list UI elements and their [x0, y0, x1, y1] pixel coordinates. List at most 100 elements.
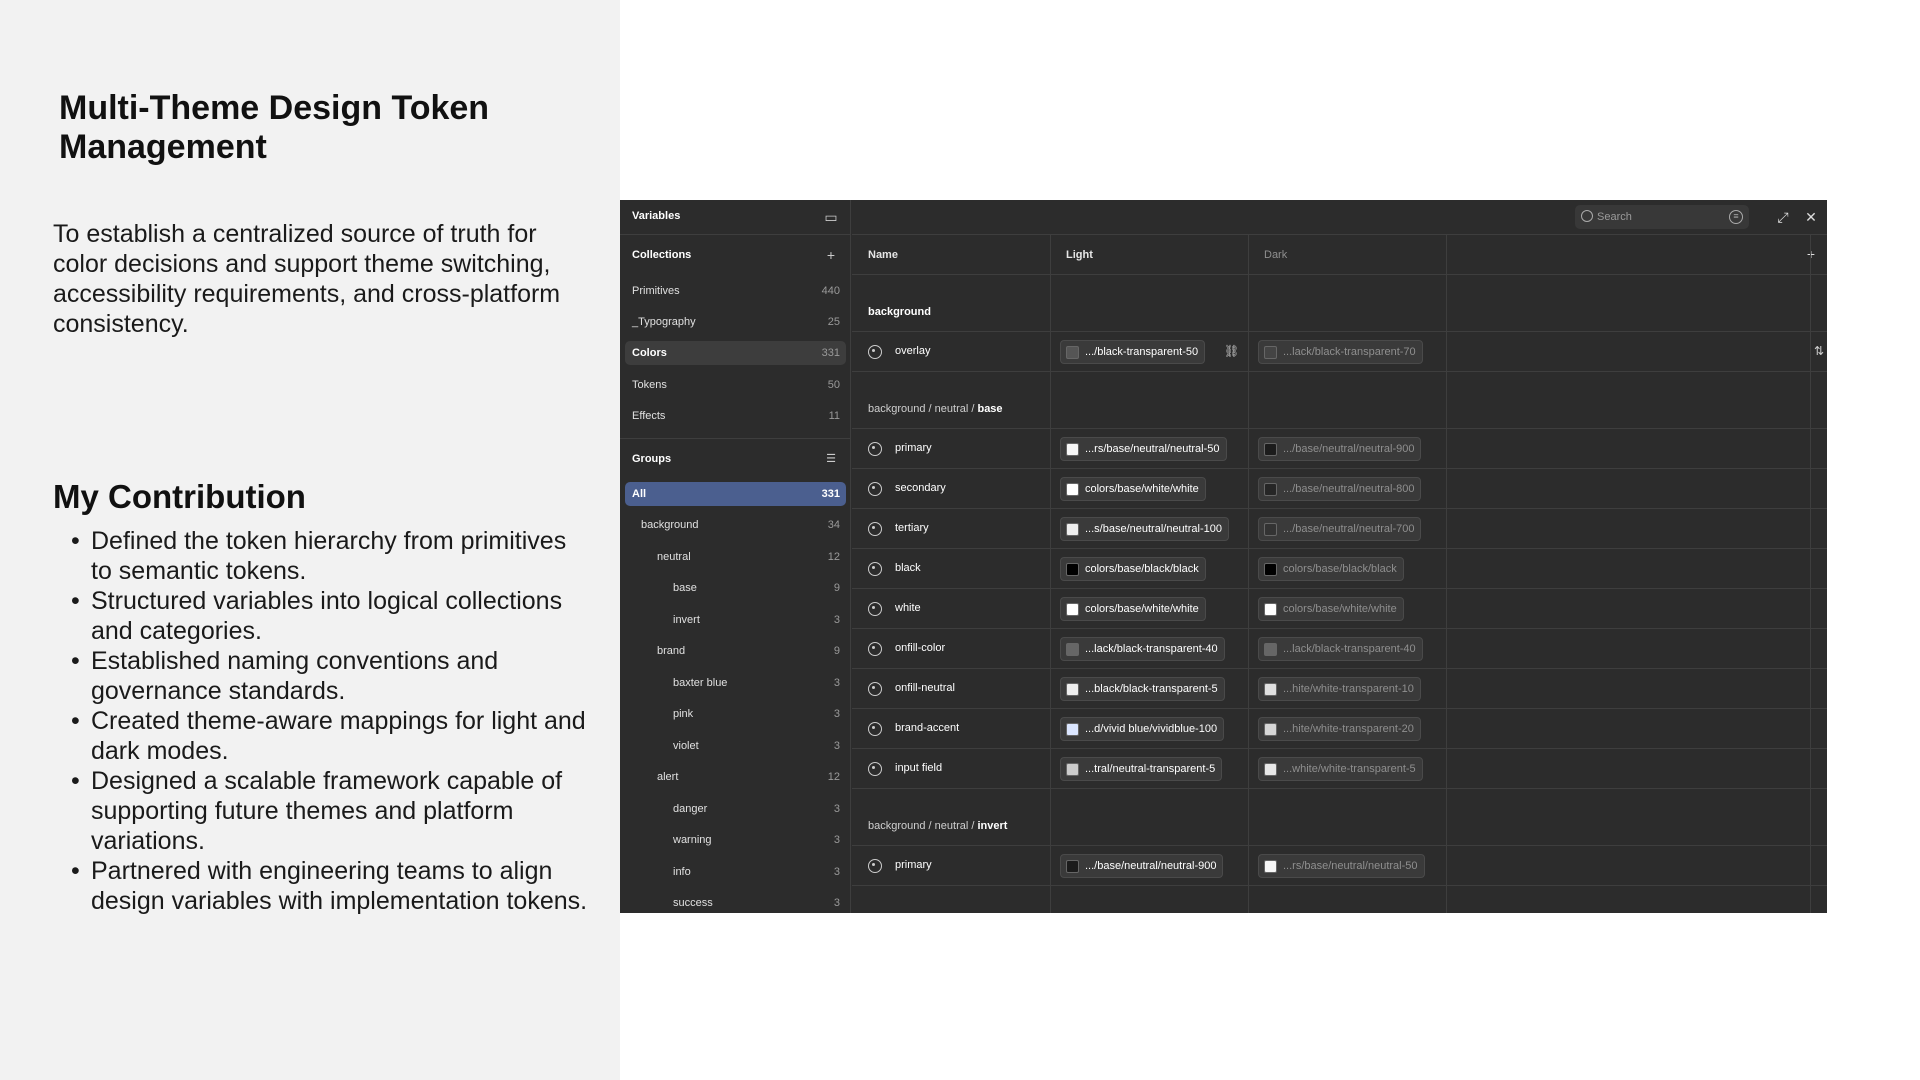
contribution-item: Created theme-aware mappings for light a…: [53, 706, 593, 766]
color-swatch: [1066, 763, 1079, 776]
color-variable-icon: [868, 522, 882, 536]
group-label: info: [673, 866, 691, 878]
column-header-dark[interactable]: Dark: [1264, 249, 1287, 261]
light-value-chip[interactable]: colors/base/black/black: [1060, 557, 1206, 581]
group-label: baxter blue: [673, 677, 728, 689]
search-input[interactable]: [1597, 208, 1717, 226]
dark-value-chip[interactable]: colors/base/white/white: [1258, 597, 1404, 621]
dark-value-chip[interactable]: ...rs/base/neutral/neutral-50: [1258, 854, 1425, 878]
variable-row-white[interactable]: white colors/base/white/white colors/bas…: [852, 589, 1827, 629]
dark-value-chip[interactable]: ...lack/black-transparent-40: [1258, 637, 1423, 661]
color-swatch: [1066, 603, 1079, 616]
light-value-chip[interactable]: ...black/black-transparent-5: [1060, 677, 1225, 701]
collection-label: Effects: [632, 410, 666, 422]
color-variable-icon: [868, 345, 882, 359]
group-item-alert[interactable]: alert 12: [625, 765, 846, 789]
group-label: danger: [673, 803, 708, 815]
color-swatch: [1264, 683, 1277, 696]
filter-icon[interactable]: ≡: [1729, 210, 1743, 224]
light-value-chip[interactable]: colors/base/white/white: [1060, 597, 1206, 621]
add-mode-icon[interactable]: +: [1802, 245, 1820, 263]
light-value-chip[interactable]: ...rs/base/neutral/neutral-50: [1060, 437, 1227, 461]
color-variable-icon: [868, 562, 882, 576]
variable-row-onfill-neutral[interactable]: onfill-neutral ...black/black-transparen…: [852, 669, 1827, 709]
expand-icon[interactable]: ⤢: [1774, 208, 1792, 226]
collection-item-effects[interactable]: Effects 11: [625, 404, 846, 428]
light-value-chip[interactable]: .../black-transparent-50: [1060, 340, 1206, 364]
collection-item-primitives[interactable]: Primitives 440: [625, 279, 846, 303]
light-value-chip[interactable]: colors/base/white/white: [1060, 477, 1206, 501]
color-variable-icon: [868, 722, 882, 736]
light-value-chip[interactable]: .../base/neutral/neutral-900: [1060, 854, 1224, 878]
adjust-icon[interactable]: ⇅: [1814, 344, 1824, 358]
color-swatch: [1264, 603, 1277, 616]
variable-row-tertiary[interactable]: tertiary ...s/base/neutral/neutral-100 .…: [852, 509, 1827, 549]
group-count: 9: [833, 645, 840, 657]
dark-value-chip[interactable]: ...hite/white-transparent-20: [1258, 717, 1421, 741]
color-swatch: [1066, 643, 1079, 656]
color-variable-icon: [868, 642, 882, 656]
variable-name: secondary: [895, 482, 946, 494]
group-item-success[interactable]: success 3: [625, 891, 846, 913]
slide-intro: To establish a centralized source of tru…: [53, 220, 561, 338]
light-value-chip[interactable]: ...lack/black-transparent-40: [1060, 637, 1225, 661]
dark-value-chip[interactable]: .../base/neutral/neutral-700: [1258, 517, 1422, 541]
collection-item-typography[interactable]: _Typography 25: [625, 310, 846, 334]
variable-row-onfill-color[interactable]: onfill-color ...lack/black-transparent-4…: [852, 629, 1827, 669]
dark-value-chip[interactable]: ...hite/white-transparent-10: [1258, 677, 1421, 701]
color-swatch: [1264, 723, 1277, 736]
color-variable-icon: [868, 762, 882, 776]
light-value-chip[interactable]: ...d/vivid blue/vividblue-100: [1060, 717, 1225, 741]
group-item-all[interactable]: All 331: [625, 482, 846, 506]
sidebar-toggle-icon[interactable]: ▭: [823, 209, 839, 225]
table-toolbar: ≡ ⤢ ✕: [852, 200, 1827, 235]
variable-name: primary: [895, 859, 932, 871]
group-item-background[interactable]: background 34: [625, 513, 846, 537]
group-item-danger[interactable]: danger 3: [625, 797, 846, 821]
color-variable-icon: [868, 682, 882, 696]
variable-row-brand-accent[interactable]: brand-accent ...d/vivid blue/vividblue-1…: [852, 709, 1827, 749]
collections-header: Collections +: [620, 240, 851, 271]
dark-value-chip[interactable]: ...lack/black-transparent-70: [1258, 340, 1423, 364]
group-item-violet[interactable]: violet 3: [625, 734, 846, 758]
group-item-baxter-blue[interactable]: baxter blue 3: [625, 671, 846, 695]
variable-row-primary[interactable]: primary ...rs/base/neutral/neutral-50 ..…: [852, 429, 1827, 469]
variable-row-input-field[interactable]: input field ...tral/neutral-transparent-…: [852, 749, 1827, 789]
group-count: 3: [833, 708, 840, 720]
detach-icon[interactable]: ⛓: [1224, 344, 1239, 358]
group-item-info[interactable]: info 3: [625, 860, 846, 884]
variable-row-secondary[interactable]: secondary colors/base/white/white .../ba…: [852, 469, 1827, 509]
variable-row-black[interactable]: black colors/base/black/black colors/bas…: [852, 549, 1827, 589]
search-box[interactable]: ≡: [1575, 205, 1749, 229]
variables-sidebar: Variables ▭ Collections + Primitives 440…: [620, 200, 851, 913]
group-header-label: background: [868, 306, 931, 318]
collection-item-tokens[interactable]: Tokens 50: [625, 373, 846, 397]
group-label: invert: [673, 614, 700, 626]
light-value-chip[interactable]: ...tral/neutral-transparent-5: [1060, 757, 1223, 781]
column-header-light[interactable]: Light: [1066, 249, 1093, 261]
group-item-pink[interactable]: pink 3: [625, 702, 846, 726]
group-item-brand[interactable]: brand 9: [625, 639, 846, 663]
dark-value-chip[interactable]: .../base/neutral/neutral-800: [1258, 477, 1422, 501]
sort-groups-icon[interactable]: ☰: [823, 451, 839, 467]
variable-row-overlay[interactable]: overlay .../black-transparent-50 ⛓ ...la…: [852, 332, 1827, 372]
group-item-warning[interactable]: warning 3: [625, 828, 846, 852]
dark-value-chip[interactable]: ...white/white-transparent-5: [1258, 757, 1423, 781]
color-swatch: [1066, 523, 1079, 536]
close-icon[interactable]: ✕: [1802, 208, 1820, 226]
contribution-item: Partnered with engineering teams to alig…: [53, 856, 593, 916]
add-collection-icon[interactable]: +: [823, 247, 839, 263]
variables-panel: Variables ▭ Collections + Primitives 440…: [620, 200, 1827, 913]
variable-row-invert-primary[interactable]: primary .../base/neutral/neutral-900 ...…: [852, 846, 1827, 886]
group-item-invert[interactable]: invert 3: [625, 608, 846, 632]
group-item-neutral[interactable]: neutral 12: [625, 545, 846, 569]
collection-item-colors[interactable]: Colors 331: [625, 341, 846, 365]
light-value-chip[interactable]: ...s/base/neutral/neutral-100: [1060, 517, 1229, 541]
panel-title: Variables: [632, 210, 681, 222]
sidebar-divider: [620, 438, 851, 439]
variable-name: onfill-color: [895, 642, 946, 654]
slide-panel: Multi-Theme Design Token Management To e…: [0, 0, 620, 1080]
dark-value-chip[interactable]: .../base/neutral/neutral-900: [1258, 437, 1422, 461]
dark-value-chip[interactable]: colors/base/black/black: [1258, 557, 1404, 581]
group-item-base[interactable]: base 9: [625, 576, 846, 600]
